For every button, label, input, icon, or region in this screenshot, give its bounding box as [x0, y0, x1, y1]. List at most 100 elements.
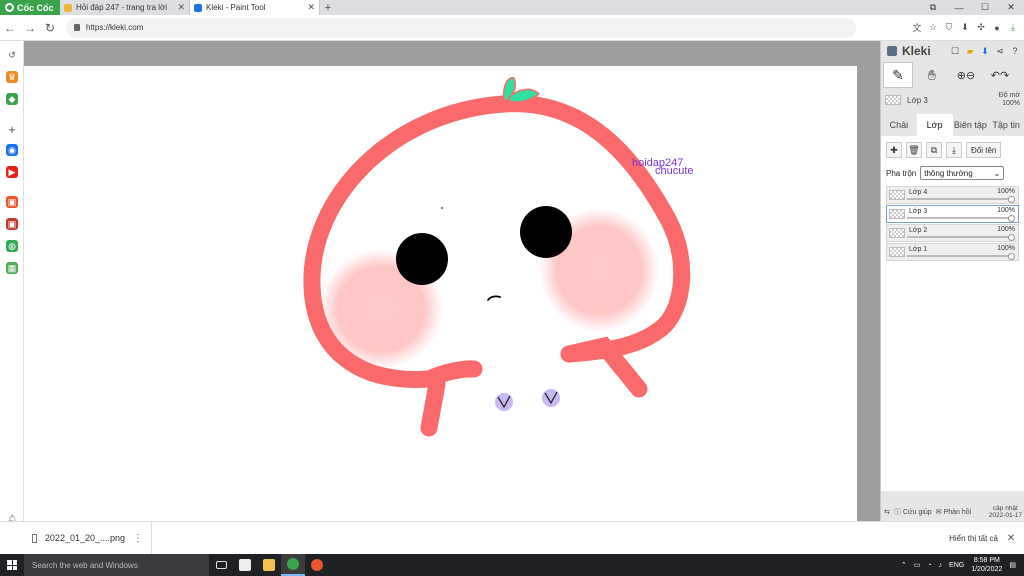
- zoom-tool-button[interactable]: ⊕ ⊖: [951, 62, 981, 88]
- share-icon[interactable]: ⋖: [995, 46, 1005, 56]
- close-window-icon[interactable]: ✕: [998, 0, 1024, 15]
- save-icon[interactable]: ▰: [965, 46, 975, 56]
- layer-item[interactable]: Lớp 4 100%: [886, 186, 1019, 204]
- restore-icon[interactable]: ⧉: [920, 0, 946, 15]
- rename-layer-button[interactable]: Đổi tên: [966, 142, 1002, 158]
- tab-close-icon[interactable]: ✕: [177, 2, 185, 13]
- messenger-icon[interactable]: ◉: [6, 144, 18, 156]
- canvas-gutter: [857, 41, 880, 521]
- new-file-icon[interactable]: ☐: [950, 46, 960, 56]
- drawing-canvas[interactable]: hoidap247 chucute: [24, 66, 857, 521]
- layer-opacity-knob[interactable]: [1008, 196, 1015, 203]
- help-button[interactable]: ⓘ Cứu giúp: [894, 507, 932, 517]
- more-options-icon[interactable]: ⋮: [133, 533, 143, 544]
- app-icon-1[interactable]: ▣: [6, 196, 18, 208]
- brush-tool-button[interactable]: ✎: [883, 62, 913, 88]
- action-center-icon[interactable]: ▤: [1009, 561, 1016, 569]
- shield-icon[interactable]: ⛉: [944, 22, 954, 33]
- layer-opacity-slider[interactable]: [907, 198, 1012, 200]
- blend-mode-select[interactable]: thông thường ⌄: [920, 166, 1005, 180]
- youtube-icon[interactable]: ▶: [6, 166, 18, 178]
- volume-icon[interactable]: ♪: [939, 562, 943, 569]
- layer-opacity: 100%: [997, 226, 1015, 233]
- game-icon[interactable]: ◆: [6, 93, 18, 105]
- layer-name: Lớp 4: [909, 188, 928, 196]
- bookmark-star-icon[interactable]: ☆: [928, 22, 938, 33]
- delete-layer-icon[interactable]: 🗑︎: [906, 142, 922, 158]
- zoom-in-icon: ⊕: [956, 69, 966, 82]
- merge-layer-icon[interactable]: ⤓: [946, 142, 962, 158]
- browser-brand-button[interactable]: Cốc Cốc: [0, 0, 60, 15]
- url-input[interactable]: https://kleki.com: [66, 17, 856, 38]
- swap-side-icon[interactable]: ⇆: [884, 508, 890, 516]
- coccoc-taskbar-button[interactable]: [281, 554, 305, 576]
- back-icon[interactable]: ←: [0, 21, 20, 35]
- maximize-icon[interactable]: ☐: [972, 0, 998, 15]
- layer-thumbnail: [889, 228, 905, 238]
- store-button[interactable]: [233, 554, 257, 576]
- download-icon[interactable]: ⬇: [980, 46, 990, 56]
- tab-hoidap[interactable]: Hỏi đáp 247 - trang tra lời ✕: [60, 0, 190, 15]
- feedback-button[interactable]: ✉ Phản hồi: [936, 508, 972, 517]
- clock[interactable]: 8:58 PM 1/20/2022: [971, 556, 1002, 574]
- layer-opacity-slider[interactable]: [907, 236, 1012, 238]
- network-icon[interactable]: ◔: [927, 562, 931, 569]
- add-layer-icon[interactable]: ✚: [886, 142, 902, 158]
- history-icon[interactable]: ↺: [6, 49, 18, 61]
- tab-layers[interactable]: Lớp: [916, 114, 953, 136]
- layer-item[interactable]: Lớp 2 100%: [886, 224, 1019, 242]
- tab-close-icon[interactable]: ✕: [307, 2, 315, 13]
- layer-item[interactable]: Lớp 1 100%: [886, 243, 1019, 261]
- forward-icon[interactable]: →: [20, 21, 40, 35]
- downloads-icon[interactable]: ⤓: [1008, 22, 1018, 33]
- show-all-link[interactable]: Hiển thị tất cả: [949, 534, 998, 543]
- download-item[interactable]: 2022_01_20_....png ⋮: [32, 521, 152, 555]
- tab-kleki[interactable]: Kleki - Paint Tool ✕: [190, 0, 320, 15]
- help-icon[interactable]: ?: [1010, 46, 1020, 56]
- app-taskbar-button[interactable]: [305, 554, 329, 576]
- app-icon-3[interactable]: ◍: [6, 240, 18, 252]
- layer-opacity-slider[interactable]: [907, 255, 1012, 257]
- minimize-icon[interactable]: —: [946, 0, 972, 15]
- undo-redo-buttons[interactable]: ↶ ↷: [985, 62, 1015, 88]
- layer-opacity-slider[interactable]: [907, 217, 1012, 219]
- add-sidebar-icon[interactable]: +: [6, 122, 18, 137]
- new-tab-button[interactable]: +: [320, 0, 336, 15]
- start-button[interactable]: [0, 554, 24, 576]
- blend-mode-row: Pha trộn thông thường ⌄: [886, 166, 1019, 180]
- canvas-workarea[interactable]: hoidap247 chucute: [24, 41, 880, 521]
- tab-brush[interactable]: Chải: [881, 114, 917, 136]
- taskbar-search-input[interactable]: Search the web and Windows: [24, 554, 209, 576]
- tab-edit[interactable]: Biên tập: [953, 114, 989, 136]
- close-download-bar-icon[interactable]: ✕: [998, 533, 1024, 544]
- file-explorer-button[interactable]: [257, 554, 281, 576]
- current-layer-info: Lớp 3 Độ mờ 100%: [881, 89, 1024, 111]
- layer-opacity-knob[interactable]: [1008, 215, 1015, 222]
- translate-icon[interactable]: 文: [912, 23, 922, 33]
- opacity-value: 100%: [1002, 100, 1020, 107]
- hand-tool-button[interactable]: ✋︎: [917, 62, 947, 88]
- reload-icon[interactable]: ↻: [40, 21, 60, 35]
- system-tray: ⌃ ▭ ◔ ♪ ENG 8:58 PM 1/20/2022 ▤: [901, 556, 1024, 574]
- address-bar: ← → ↻ https://kleki.com 文 ☆ ⛉ ⬇ ✣ ● ⤓: [0, 15, 1024, 41]
- redo-icon[interactable]: ↷: [1000, 69, 1009, 82]
- current-layer-name: Lớp 3: [907, 95, 928, 105]
- layer-item[interactable]: Lớp 3 100%: [886, 205, 1019, 223]
- undo-icon[interactable]: ↶: [991, 69, 1000, 82]
- layer-opacity-knob[interactable]: [1008, 253, 1015, 260]
- layer-opacity-knob[interactable]: [1008, 234, 1015, 241]
- crown-icon[interactable]: ♛: [6, 71, 18, 83]
- task-view-button[interactable]: [209, 554, 233, 576]
- left-foot: [495, 393, 513, 411]
- profile-icon[interactable]: ●: [992, 23, 1002, 33]
- battery-icon[interactable]: ▭: [914, 561, 921, 569]
- download-ext-icon[interactable]: ⬇: [960, 22, 970, 33]
- app-icon-2[interactable]: ▣: [6, 218, 18, 230]
- update-info[interactable]: cập nhật 2022-01-17: [989, 505, 1022, 519]
- duplicate-layer-icon[interactable]: ⧉: [926, 142, 942, 158]
- tab-file[interactable]: Tập tin: [988, 114, 1024, 136]
- tray-chevron-icon[interactable]: ⌃: [901, 561, 907, 569]
- extensions-puzzle-icon[interactable]: ✣: [976, 22, 986, 33]
- app-icon-4[interactable]: ▦: [6, 262, 18, 274]
- language-indicator[interactable]: ENG: [949, 562, 964, 569]
